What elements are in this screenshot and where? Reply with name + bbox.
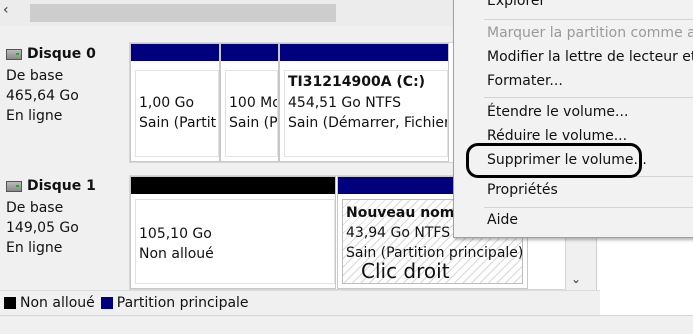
scrollbar-thumb[interactable] xyxy=(30,4,336,22)
menu-item-mark-active[interactable]: Marquer la partition comme ac xyxy=(487,25,693,41)
disk-type: De base xyxy=(6,200,64,216)
partition-status: Sain (P xyxy=(229,115,278,131)
partition-size: 43,94 Go NTFS xyxy=(346,225,451,241)
partition-block[interactable]: TI31214900A (C:) 454,51 Go NTFS Sain (Dé… xyxy=(279,43,449,162)
partition-bar xyxy=(280,44,448,61)
partition-bar xyxy=(131,44,219,61)
disk-size: 465,64 Go xyxy=(6,88,79,104)
partition-status: Sain (Partit xyxy=(139,115,217,131)
menu-item-shrink-volume[interactable]: Réduire le volume... xyxy=(487,128,627,144)
partition-bar xyxy=(131,177,335,194)
hard-disk-icon xyxy=(6,180,22,192)
disk-0-label-panel[interactable]: Disque 0 De base 465,64 Go En ligne xyxy=(0,38,129,163)
highlight-ring xyxy=(466,143,642,178)
disk-status: En ligne xyxy=(6,240,63,256)
legend-label: Non alloué xyxy=(20,295,95,311)
partition-size: 1,00 Go xyxy=(139,95,195,111)
partition-status: Sain (Démarrer, Fichier xyxy=(288,115,448,131)
disk-0-partitions: 1,00 Go Sain (Partit 100 Mo Sain (P TI31… xyxy=(129,42,459,163)
menu-item-format[interactable]: Formater... xyxy=(487,73,563,89)
primary-partition-swatch xyxy=(100,297,113,309)
unallocated-block[interactable]: 105,10 Go Non alloué xyxy=(130,176,336,289)
menu-item-properties[interactable]: Propriétés xyxy=(487,182,558,198)
context-menu: Explorer Marquer la partition comme ac M… xyxy=(453,0,693,238)
partition-size: 454,51 Go NTFS xyxy=(288,95,402,111)
disk-name: Disque 0 xyxy=(27,46,96,62)
partition-block[interactable]: 100 Mo Sain (P xyxy=(220,43,279,162)
disk-name: Disque 1 xyxy=(27,178,96,194)
disk-type: De base xyxy=(6,68,64,84)
menu-item-extend-volume[interactable]: Étendre le volume... xyxy=(487,104,628,120)
partition-block[interactable]: 1,00 Go Sain (Partit xyxy=(130,43,220,162)
partition-title: Nouveau nom xyxy=(346,205,455,221)
scroll-left-icon[interactable]: ‹ xyxy=(3,2,9,18)
hard-disk-icon xyxy=(6,48,22,60)
menu-separator xyxy=(484,19,693,20)
scroll-down-icon[interactable]: ⌄ xyxy=(571,272,581,286)
partition-title: TI31214900A (C:) xyxy=(288,74,426,90)
menu-separator xyxy=(484,97,693,98)
disk-1-label-panel[interactable]: Disque 1 De base 149,05 Go En ligne xyxy=(0,170,129,290)
horizontal-scrollbar[interactable]: ‹ xyxy=(0,0,455,26)
disk-status: En ligne xyxy=(6,108,63,124)
menu-item-help[interactable]: Aide xyxy=(487,212,518,228)
partition-bar xyxy=(221,44,278,61)
status-bar xyxy=(0,315,693,334)
menu-separator xyxy=(484,207,693,208)
partition-status: Non alloué xyxy=(139,246,214,262)
disk-size: 149,05 Go xyxy=(6,220,79,236)
partition-size: 105,10 Go xyxy=(139,226,212,242)
partition-size: 100 Mo xyxy=(229,95,278,111)
legend: Non alloué Partition principale xyxy=(0,290,600,315)
legend-label: Partition principale xyxy=(116,295,249,311)
menu-item-explorer[interactable]: Explorer xyxy=(487,0,545,9)
side-pane xyxy=(596,236,693,315)
annotation-right-click: Clic droit xyxy=(361,259,450,283)
unallocated-swatch xyxy=(4,297,16,309)
menu-item-change-drive-letter[interactable]: Modifier la lettre de lecteur et l xyxy=(487,49,693,65)
